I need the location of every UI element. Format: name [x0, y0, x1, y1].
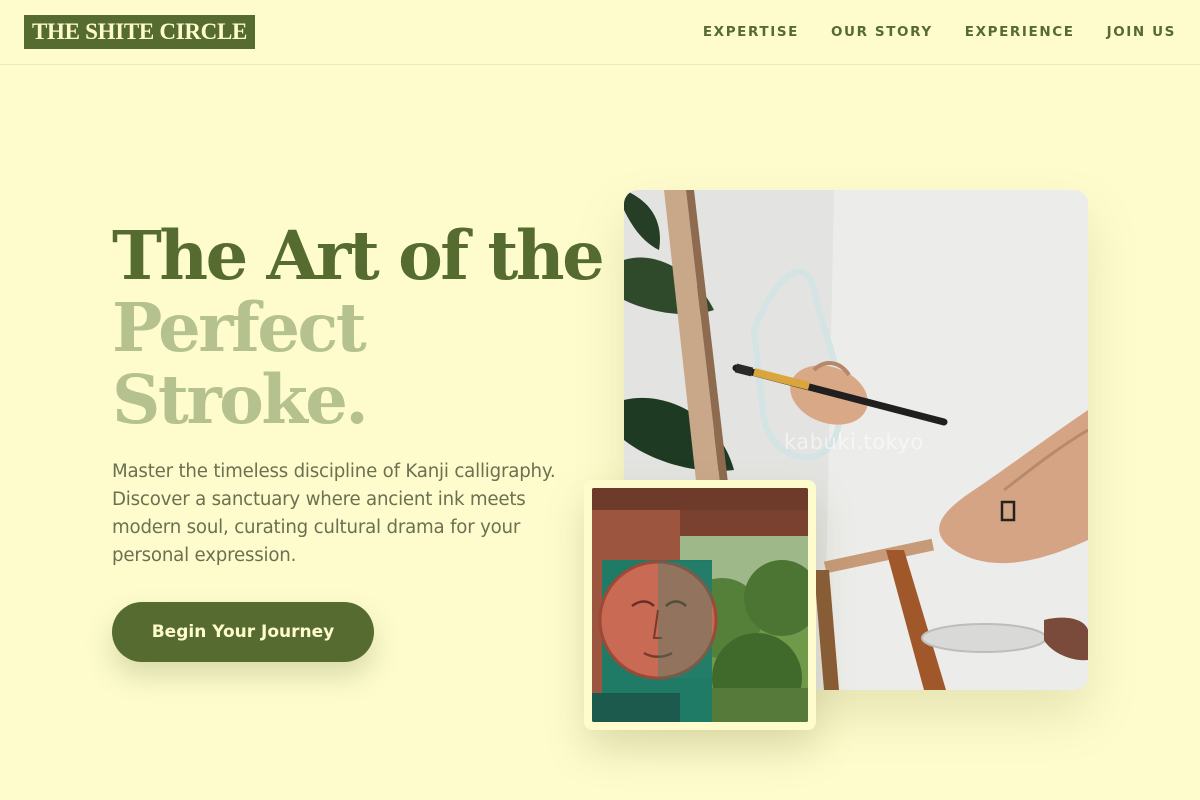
hero-title: The Art of the Perfect Stroke. — [112, 216, 605, 439]
photo-watermark: kabuki.tokyo — [784, 430, 924, 454]
mural-illustration — [592, 488, 808, 722]
hero-title-line-2: Perfect — [112, 288, 367, 367]
hero-title-line-1: The Art of the — [112, 216, 605, 295]
top-navbar: THE SHITE CIRCLE EXPERTISE OUR STORY EXP… — [0, 0, 1200, 65]
hero-title-line-3: Stroke. — [112, 360, 369, 439]
main-nav: EXPERTISE OUR STORY EXPERIENCE JOIN US — [703, 0, 1176, 64]
brand-logo[interactable]: THE SHITE CIRCLE — [24, 15, 256, 49]
nav-link-experience[interactable]: EXPERIENCE — [965, 24, 1075, 40]
nav-link-expertise[interactable]: EXPERTISE — [703, 24, 799, 40]
mural-face-photo — [592, 488, 808, 722]
hero-subtitle: Master the timeless discipline of Kanji … — [112, 461, 556, 566]
nav-link-our-story[interactable]: OUR STORY — [831, 24, 933, 40]
secondary-photo-frame — [584, 480, 816, 730]
nav-link-join-us[interactable]: JOIN US — [1107, 24, 1176, 40]
begin-journey-button[interactable]: Begin Your Journey — [112, 602, 374, 662]
